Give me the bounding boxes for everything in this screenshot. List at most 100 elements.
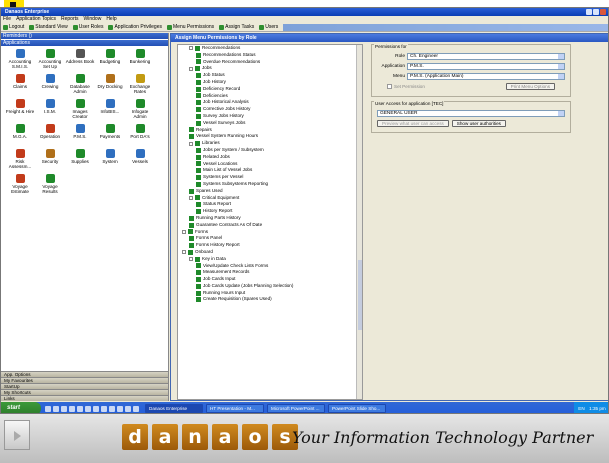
application-launcher[interactable]: Claims [5, 74, 35, 99]
quick-launch-icon[interactable] [117, 405, 123, 412]
tree-item[interactable]: Job History [182, 79, 362, 86]
tree-item[interactable]: Vessel Locations [182, 161, 362, 168]
application-launcher[interactable]: Accounting S.M.I.S. [5, 49, 35, 74]
tree-item[interactable]: Libraries [182, 140, 362, 147]
quick-launch-icon[interactable] [133, 405, 139, 412]
tree-item[interactable]: Job Cards Update (Jobs Planning Selectio… [182, 283, 362, 290]
tree-item[interactable]: Measurement Records [182, 269, 362, 276]
tree-item[interactable]: Job Status [182, 72, 362, 79]
quick-launch-icon[interactable] [101, 405, 107, 412]
application-launcher[interactable]: Crewing [35, 74, 65, 99]
quick-launch-icon[interactable] [125, 405, 131, 412]
tree-item[interactable]: Survey Jobs History [182, 113, 362, 120]
tree-item[interactable]: Forms Panel [182, 235, 362, 242]
reminders-header[interactable]: Reminders () [1, 33, 168, 39]
application-launcher[interactable]: Database Admin [65, 74, 95, 99]
tree-item[interactable]: Job Historical Analysis [182, 99, 362, 106]
application-launcher[interactable]: Images Creator [65, 99, 95, 124]
tree-item[interactable]: History Report [182, 208, 362, 215]
toolbar-button[interactable]: Assign Tasks [219, 23, 254, 32]
quick-launch-icon[interactable] [85, 405, 91, 412]
tree-item[interactable]: Job Cards Input [182, 276, 362, 283]
taskbar-task[interactable]: Microsoft PowerPoint ... [267, 404, 325, 413]
application-launcher[interactable]: Exchange Rates [125, 74, 155, 99]
expand-toggle-icon[interactable] [182, 250, 186, 255]
chevron-down-icon[interactable] [558, 53, 564, 59]
application-launcher[interactable]: Voyage Estimate [5, 174, 35, 199]
taskbar-task[interactable]: Danaos Enterprise [145, 404, 203, 413]
user-select[interactable]: GENERAL USER [377, 109, 565, 117]
quick-launch-icon[interactable] [77, 405, 83, 412]
application-launcher[interactable]: M.G.A. [5, 124, 35, 149]
toolbar-button[interactable]: Users [259, 23, 278, 32]
menu-select[interactable]: P.M.S. (Application Main) [407, 72, 565, 80]
application-launcher[interactable]: Port DA's [125, 124, 155, 149]
expand-toggle-icon[interactable] [189, 257, 193, 262]
maximize-icon[interactable] [593, 9, 599, 15]
tree-item[interactable]: Spares Used [182, 188, 362, 195]
application-launcher[interactable]: Address Book [65, 49, 95, 74]
toolbar-button[interactable]: Standard View [29, 23, 68, 32]
tree-item[interactable]: Key in Data [182, 256, 362, 263]
tree-item[interactable]: Critical Equipment [182, 195, 362, 202]
quick-launch-icon[interactable] [61, 405, 67, 412]
application-launcher[interactable]: InfoBIS... [95, 99, 125, 124]
quick-launch-icon[interactable] [45, 405, 51, 412]
start-button[interactable]: start [1, 402, 41, 413]
tree-item[interactable]: Vessel System Running Hours [182, 133, 362, 140]
quick-launch-icon[interactable] [93, 405, 99, 412]
application-launcher[interactable]: I.S.M. [35, 99, 65, 124]
tree-item[interactable]: Running Parts History [182, 215, 362, 222]
application-launcher[interactable]: Operation [35, 124, 65, 149]
expand-toggle-icon[interactable] [189, 66, 193, 71]
show-authorities-button[interactable]: Show user authorities [451, 120, 506, 127]
application-launcher[interactable]: Risk Assessm... [5, 149, 35, 174]
close-icon[interactable] [600, 9, 606, 15]
chevron-down-icon[interactable] [558, 110, 564, 116]
tree-item[interactable]: Main List of Vessel Jobs [182, 167, 362, 174]
quick-launch-icon[interactable] [69, 405, 75, 412]
chevron-down-icon[interactable] [558, 73, 564, 79]
expand-toggle-icon[interactable] [182, 229, 186, 234]
application-launcher[interactable]: Security [35, 149, 65, 174]
tree-item[interactable]: Create Requisition (Spares Used) [182, 296, 362, 303]
tree-item[interactable]: Deficiency Record [182, 86, 362, 93]
tree-item[interactable]: Recommendations Status [182, 52, 362, 59]
quick-launch-icon[interactable] [109, 405, 115, 412]
application-launcher[interactable]: Voyage Results [35, 174, 65, 199]
application-launcher[interactable]: Supplies [65, 149, 95, 174]
tree-item[interactable]: Jobs [182, 65, 362, 72]
minimize-icon[interactable] [586, 9, 592, 15]
tree-item[interactable]: Forms History Report [182, 242, 362, 249]
toolbar-button[interactable]: Menu Permissions [167, 23, 214, 32]
application-launcher[interactable]: System [95, 149, 125, 174]
tree-item[interactable]: Repairs [182, 127, 362, 134]
tree-item[interactable]: Recommendations [182, 45, 362, 52]
application-select[interactable]: P.M.S. [407, 62, 565, 70]
tree-item[interactable]: Running Hours Input [182, 290, 362, 297]
application-launcher[interactable]: Bunkering [125, 49, 155, 74]
print-menu-options-button[interactable]: Print Menu Options [505, 82, 555, 90]
tree-item[interactable]: Systems per Vessel [182, 174, 362, 181]
expand-toggle-icon[interactable] [189, 46, 193, 51]
tree-item[interactable]: Deficiencies [182, 93, 362, 100]
application-launcher[interactable]: Vessels [125, 149, 155, 174]
tree-item[interactable]: Guarantee Contracts As Of Date [182, 222, 362, 229]
tree-item[interactable]: Forms [182, 229, 362, 236]
application-launcher[interactable]: Budgeting [95, 49, 125, 74]
application-launcher[interactable]: Accounting Set Up [35, 49, 65, 74]
application-launcher[interactable]: Dry Docking [95, 74, 125, 99]
tree-scrollbar[interactable] [356, 45, 362, 399]
application-launcher[interactable]: Payments [95, 124, 125, 149]
toolbar-button[interactable]: User Roles [72, 23, 103, 32]
tree-item[interactable]: Vessel Surveys Jobs [182, 120, 362, 127]
preview-access-button[interactable]: Preview what user can access [377, 120, 449, 127]
tree-item[interactable]: Corrective Jobs History [182, 106, 362, 113]
application-launcher[interactable]: Freight & Hire [5, 99, 35, 124]
tree-item[interactable]: View/Update Check Lists Forms [182, 263, 362, 270]
taskbar-task[interactable]: HT Presentation - M... [206, 404, 264, 413]
tree-item[interactable]: Jobs per System / Subsystem [182, 147, 362, 154]
set-permission-checkbox[interactable] [387, 83, 392, 89]
toolbar-button[interactable]: Application Privileges [108, 23, 162, 32]
toolbar-button[interactable]: Logout [3, 23, 24, 32]
